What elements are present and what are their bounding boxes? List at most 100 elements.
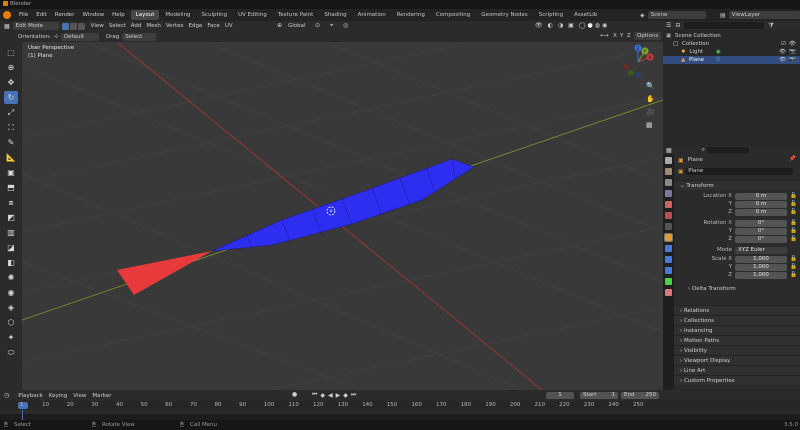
cursor-tool-icon[interactable]: ⊕ (4, 61, 18, 74)
timeline-area[interactable]: 1 10 20 30 40 50 60 70 80 90 100 110 120 130 140 150 160… (0, 401, 800, 420)
jump-end-icon[interactable]: ⏭ (351, 391, 356, 399)
menu-edge[interactable]: Edge (189, 23, 203, 29)
blender-logo-icon[interactable] (3, 11, 11, 19)
transform-orientation-value[interactable]: Global (288, 23, 306, 29)
light-data-icon[interactable]: ◉ (716, 48, 721, 56)
camera-view-icon[interactable]: 🎥 (646, 108, 655, 116)
menu-add[interactable]: Add (131, 23, 142, 29)
tab-animation[interactable]: Animation (353, 10, 391, 20)
menu-mesh[interactable]: Mesh (146, 23, 160, 29)
poly-build-tool-icon[interactable]: ◧ (4, 256, 18, 269)
rotation-z-lock-icon[interactable]: 🔓 (790, 236, 797, 242)
view-layer-selector[interactable]: ▤ ViewLayer (720, 11, 800, 19)
menu-select[interactable]: Select (109, 23, 126, 29)
auto-keying-icon[interactable]: ● (292, 391, 297, 398)
scale-z-lock-icon[interactable]: 🔓 (790, 272, 797, 278)
mirror-z-toggle[interactable]: Z (627, 33, 631, 39)
properties-editor-icon[interactable]: ▦ (666, 147, 672, 154)
menu-view[interactable]: View (91, 23, 104, 29)
location-z-lock-icon[interactable]: 🔓 (790, 209, 797, 215)
rip-tool-icon[interactable]: ⬭ (4, 346, 18, 359)
tab-compositing[interactable]: Compositing (431, 10, 475, 20)
gizmo-neg-y-icon[interactable] (628, 70, 634, 76)
drag-dropdown[interactable]: Select Box (122, 32, 157, 48)
scene-selector[interactable]: ◈ Scene (640, 11, 709, 19)
location-y-field[interactable]: 0 m (735, 201, 787, 208)
timeline-menu-marker[interactable]: Marker (92, 393, 111, 399)
menu-help[interactable]: Help (108, 9, 129, 21)
panel-line-art[interactable]: › Line Art (674, 365, 800, 375)
gizmo-neg-z-icon[interactable] (635, 72, 641, 78)
shrink-fatten-tool-icon[interactable]: ⬡ (4, 316, 18, 329)
material-shading-icon[interactable]: ◍ (595, 22, 600, 29)
mesh-data-icon[interactable]: ▽ (716, 56, 720, 64)
end-frame-field[interactable]: End 250 (621, 392, 659, 399)
visibility-icon[interactable]: 👁 (535, 22, 543, 29)
mode-dropdown[interactable]: Edit Mode (12, 22, 59, 30)
rotation-mode-dropdown[interactable]: XYZ Euler (735, 247, 787, 254)
tab-assetlib[interactable]: AssetLib (569, 10, 602, 20)
shear-tool-icon[interactable]: ✦ (4, 331, 18, 344)
rotation-z-field[interactable]: 0° (735, 236, 787, 243)
outliner-row-scene-collection[interactable]: ▣ Scene Collection (663, 32, 800, 40)
panel-custom-properties[interactable]: › Custom Properties (674, 375, 800, 385)
play-icon[interactable]: ▶ (336, 392, 341, 399)
tab-rendering[interactable]: Rendering (392, 10, 430, 20)
orientation-dropdown[interactable]: Default (60, 32, 99, 41)
wireframe-shading-icon[interactable]: ◯ (579, 22, 586, 29)
play-reverse-icon[interactable]: ◀ (328, 392, 333, 399)
timeline-editor-icon[interactable]: ◷ (4, 392, 9, 399)
tab-uv-editing[interactable]: UV Editing (233, 10, 272, 20)
jump-keyframe-back-icon[interactable]: ◆ (320, 392, 325, 399)
rotation-x-lock-icon[interactable]: 🔓 (790, 220, 797, 226)
measure-tool-icon[interactable]: 📐 (4, 151, 18, 164)
physics-tab-icon[interactable] (665, 267, 672, 274)
mirror-x-toggle[interactable]: X (613, 33, 617, 39)
tab-shading[interactable]: Shading (319, 10, 351, 20)
transform-orientation-icon[interactable]: ⊕ (277, 22, 282, 29)
location-x-field[interactable]: 0 m (735, 193, 787, 200)
panel-relations[interactable]: › Relations (674, 305, 800, 315)
tab-sculpting[interactable]: Sculpting (196, 10, 232, 20)
perspective-toggle-icon[interactable]: ▦ (646, 121, 653, 129)
panel-collections[interactable]: › Collections (674, 315, 800, 325)
move-tool-icon[interactable]: ✥ (4, 76, 18, 89)
collection-exclude-checkbox[interactable]: ☑ (781, 40, 786, 48)
panel-viewport-display[interactable]: › Viewport Display (674, 355, 800, 365)
light-render-icon[interactable]: 📷 (789, 48, 796, 56)
outliner-search-input[interactable] (684, 22, 765, 29)
3d-viewport[interactable]: User Perspective (1) Plane X Y Z 🔍 ✋ 🎥 ▦ (22, 42, 663, 390)
tab-geometry-nodes[interactable]: Geometry Nodes (476, 10, 532, 20)
outliner-filter-icon[interactable]: ⧩ (768, 22, 773, 30)
rotate-tool-icon[interactable]: ↻ (4, 91, 18, 104)
tab-layout[interactable]: Layout (130, 10, 160, 20)
timeline-menu-view[interactable]: View (73, 393, 86, 399)
scale-tool-icon[interactable]: ⤢ (4, 106, 18, 119)
xray-icon[interactable]: ▣ (568, 22, 574, 29)
scale-y-lock-icon[interactable]: 🔓 (790, 264, 797, 270)
tool-tab-icon[interactable] (665, 157, 672, 164)
menu-edit[interactable]: Edit (32, 9, 51, 21)
tab-scripting[interactable]: Scripting (534, 10, 568, 20)
plane-render-icon[interactable]: 📷 (789, 56, 796, 64)
spin-tool-icon[interactable]: ✺ (4, 271, 18, 284)
select-box-tool-icon[interactable]: ⬚ (4, 46, 18, 59)
material-tab-icon[interactable] (665, 289, 672, 296)
panel-visibility[interactable]: › Visibility (674, 345, 800, 355)
rotation-x-field[interactable]: 0° (735, 220, 787, 227)
editor-type-icon[interactable]: ▦ (4, 23, 10, 30)
menu-vertex[interactable]: Vertex (166, 23, 184, 29)
world-tab-icon[interactable] (665, 212, 672, 219)
properties-search-input[interactable] (707, 147, 750, 153)
options-button[interactable]: Options (634, 32, 661, 40)
view-layer-tab-icon[interactable] (665, 190, 672, 197)
location-z-field[interactable]: 0 m (735, 209, 787, 216)
object-tab-icon[interactable] (664, 233, 673, 242)
pin-icon[interactable]: 📌 (789, 156, 796, 162)
end-frame-box[interactable]: End 250 (621, 392, 659, 399)
menu-file[interactable]: File (15, 9, 32, 21)
transform-panel-header[interactable]: ⌄ Transform (674, 180, 800, 190)
jump-start-icon[interactable]: ⏮ (312, 391, 317, 399)
zoom-icon[interactable]: 🔍 (646, 82, 655, 90)
loop-cut-tool-icon[interactable]: ▥ (4, 226, 18, 239)
